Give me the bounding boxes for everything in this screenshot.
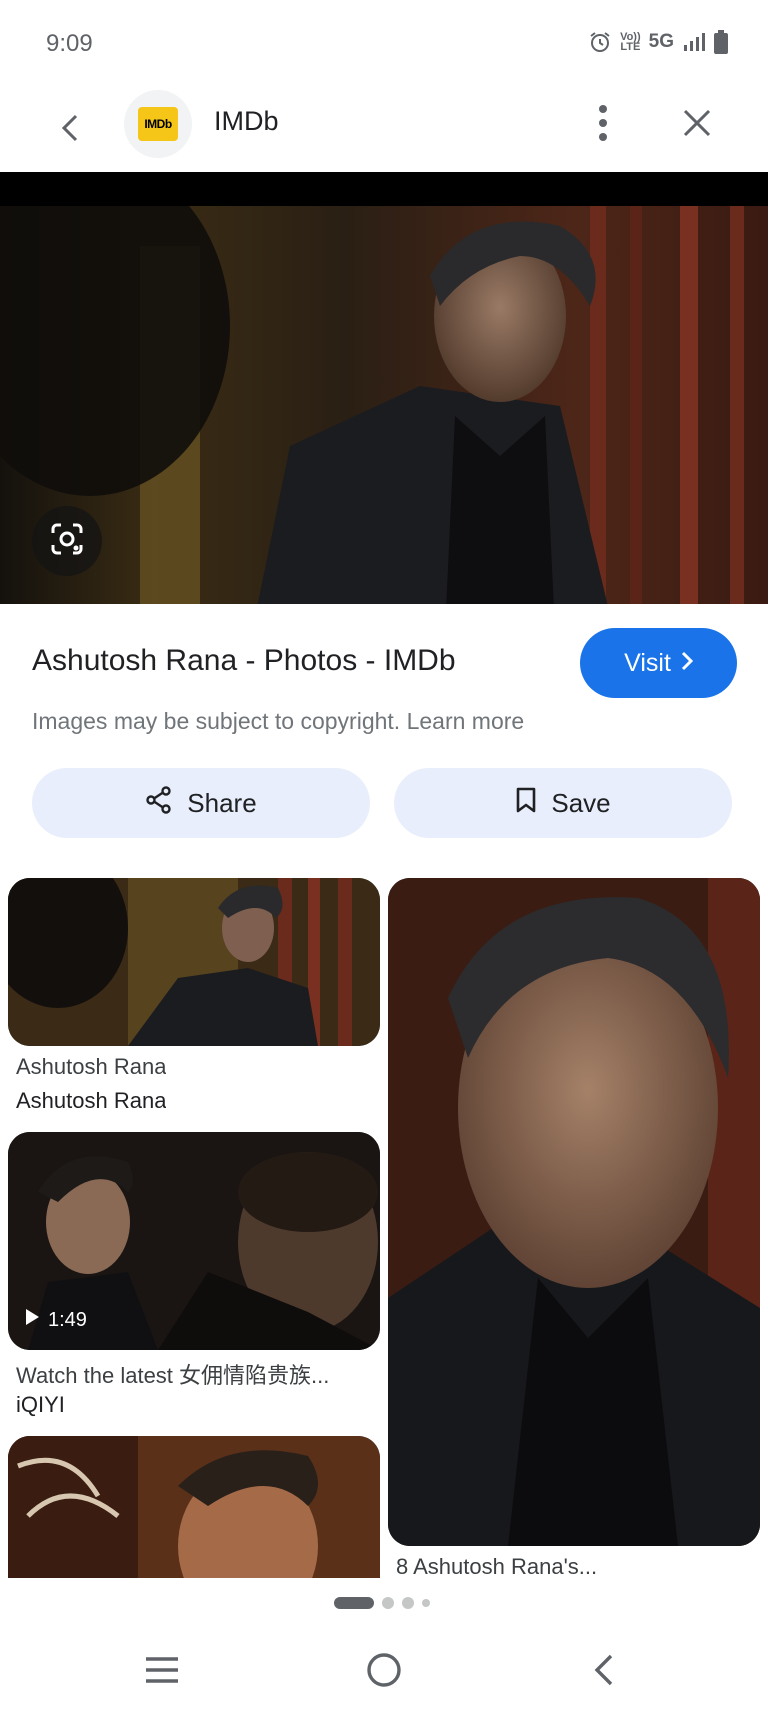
page-dot [382,1597,394,1609]
status-icons: Vo)) LTE 5G [588,30,728,54]
related-photo-big [388,878,760,1546]
hero-photo [0,206,768,604]
chevron-left-icon [593,1653,615,1692]
back-arrow-icon [58,113,82,148]
play-icon [24,1308,40,1332]
hero-image[interactable] [0,172,768,604]
save-label: Save [551,787,611,818]
related-title-2[interactable]: Watch the latest 女佣情陷贵族... [16,1358,376,1390]
related-photo-1 [8,878,380,1046]
close-icon [682,108,712,143]
share-button[interactable]: Share [32,768,370,838]
back-button[interactable] [46,106,94,154]
app-bar: IMDb IMDb [0,90,768,172]
volte-icon: Vo)) LTE [620,31,641,53]
visit-button[interactable]: Visit [580,628,737,698]
battery-icon [714,30,728,54]
grid-edge [0,1578,768,1598]
signal-icon [682,31,706,53]
related-photo-3 [8,1436,380,1596]
site-logo[interactable]: IMDb [124,90,192,158]
related-image-big[interactable] [388,878,760,1546]
recents-button[interactable] [132,1642,192,1702]
page-dot [402,1597,414,1609]
learn-more-link[interactable]: Learn more [407,708,525,734]
video-duration: 1:49 [24,1308,87,1332]
related-image-3[interactable] [8,1436,380,1596]
bookmark-icon [515,786,537,821]
network-type: 5G [648,31,674,52]
system-back-button[interactable] [574,1642,634,1702]
duration-label: 1:49 [48,1308,87,1331]
imdb-logo-icon: IMDb [138,107,178,141]
visit-label: Visit [624,648,671,677]
home-icon [366,1652,402,1693]
result-title[interactable]: Ashutosh Rana - Photos - IMDb [32,644,456,678]
related-source-2: iQIYI [16,1392,65,1417]
lens-button[interactable] [32,506,102,576]
related-image-1[interactable] [8,878,380,1046]
save-button[interactable]: Save [394,768,732,838]
site-name[interactable]: IMDb [214,106,279,137]
home-button[interactable] [354,1642,414,1702]
page-dot-active [334,1597,374,1609]
share-label: Share [187,787,257,818]
more-options-button[interactable] [578,100,628,150]
recents-icon [144,1655,180,1690]
google-lens-icon [49,521,85,562]
copyright-notice: Images may be subject to copyright. Lear… [32,708,524,735]
copyright-text: Images may be subject to copyright. [32,708,401,734]
alarm-icon [588,30,612,54]
system-nav-bar [0,1632,768,1712]
page-dot [422,1599,430,1607]
more-vert-icon [598,104,608,146]
chevron-right-icon [681,649,694,678]
related-title-1[interactable]: Ashutosh Rana [16,1054,166,1080]
page-indicator [334,1597,430,1609]
status-time: 9:09 [46,30,93,57]
related-source-1: Ashutosh Rana [16,1088,167,1113]
status-bar: 9:09 Vo)) LTE 5G [0,0,768,90]
related-title-3[interactable]: 8 Ashutosh Rana's... [396,1554,597,1580]
share-icon [145,785,173,821]
close-button[interactable] [672,100,722,150]
